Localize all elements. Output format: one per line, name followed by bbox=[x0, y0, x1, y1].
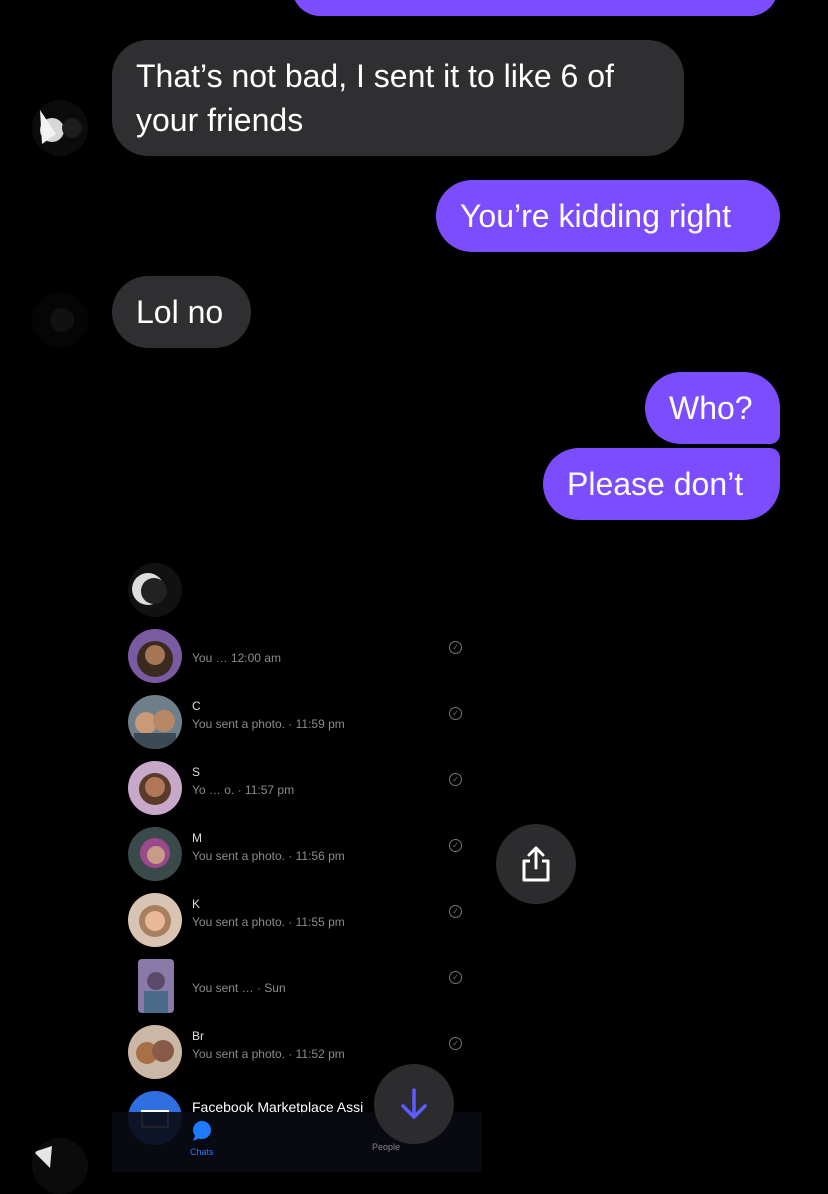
contact-avatar[interactable] bbox=[32, 100, 88, 156]
message-text: Please don’t bbox=[567, 466, 744, 502]
message-outgoing[interactable]: Please don’t bbox=[543, 448, 780, 520]
row-avatar bbox=[128, 563, 182, 617]
message-text-line: That’s not bad, I sent it to like 6 of bbox=[136, 58, 614, 94]
row-name: K bbox=[192, 897, 201, 911]
chat-list-row: You … 12:00 am ✓ bbox=[112, 625, 482, 685]
share-icon bbox=[522, 846, 550, 882]
arrow-down-icon bbox=[401, 1088, 427, 1119]
row-meta: You sent a photo. · 11:59 pm bbox=[192, 717, 345, 731]
tab-chats: Chats bbox=[190, 1120, 214, 1157]
chat-list-row: C You sent a photo. · 11:59 pm ✓ bbox=[112, 691, 482, 751]
row-avatar bbox=[128, 629, 182, 683]
row-meta: You … 12:00 am bbox=[192, 651, 281, 665]
row-avatar bbox=[128, 893, 182, 947]
chat-list-row: K You sent a photo. · 11:55 pm ✓ bbox=[112, 889, 482, 949]
contact-avatar[interactable] bbox=[32, 292, 88, 348]
read-check-icon: ✓ bbox=[449, 1037, 462, 1050]
chat-list-row: S Yo … o. · 11:57 pm ✓ bbox=[112, 757, 482, 817]
message-outgoing[interactable]: You’re kidding right bbox=[436, 180, 780, 252]
row-meta: You sent … · Sun bbox=[192, 981, 286, 995]
row-name: S bbox=[192, 765, 201, 779]
row-meta: You sent a photo. · 11:55 pm bbox=[192, 915, 345, 929]
partial-outgoing-bubble bbox=[292, 0, 778, 16]
row-avatar bbox=[138, 959, 174, 1013]
message-incoming[interactable]: That’s not bad, I sent it to like 6 of y… bbox=[112, 40, 684, 156]
message-incoming[interactable]: Lol no bbox=[112, 276, 251, 348]
chats-icon bbox=[192, 1121, 211, 1141]
read-check-icon: ✓ bbox=[449, 905, 462, 918]
share-button[interactable] bbox=[496, 824, 576, 904]
row-avatar bbox=[128, 761, 182, 815]
scroll-down-button[interactable] bbox=[374, 1064, 454, 1144]
message-text: You’re kidding right bbox=[460, 198, 731, 234]
message-outgoing[interactable]: Who? bbox=[645, 372, 780, 444]
message-text-line: your friends bbox=[136, 102, 304, 138]
chat-list-row: You sent … · Sun ✓ bbox=[112, 955, 482, 1015]
read-check-icon: ✓ bbox=[449, 773, 462, 786]
chat-list-row bbox=[112, 557, 482, 617]
tab-people: People bbox=[372, 1142, 401, 1152]
contact-avatar[interactable] bbox=[32, 1138, 88, 1194]
read-check-icon: ✓ bbox=[449, 641, 462, 654]
message-text: Lol no bbox=[136, 294, 224, 330]
message-text: Who? bbox=[669, 390, 753, 426]
row-meta: You sent a photo. · 11:56 pm bbox=[192, 849, 345, 863]
row-name: M bbox=[192, 831, 202, 845]
row-name: Br bbox=[192, 1029, 204, 1043]
chat-list-row: M You sent a photo. · 11:56 pm ✓ bbox=[112, 823, 482, 883]
row-meta: Yo … o. · 11:57 pm bbox=[192, 783, 295, 797]
row-avatar bbox=[128, 695, 182, 749]
read-check-icon: ✓ bbox=[449, 971, 462, 984]
row-avatar bbox=[128, 1025, 182, 1079]
read-check-icon: ✓ bbox=[449, 707, 462, 720]
row-avatar bbox=[128, 827, 182, 881]
read-check-icon: ✓ bbox=[449, 839, 462, 852]
row-name: C bbox=[192, 699, 201, 713]
row-meta: You sent a photo. · 11:52 pm bbox=[192, 1047, 345, 1061]
